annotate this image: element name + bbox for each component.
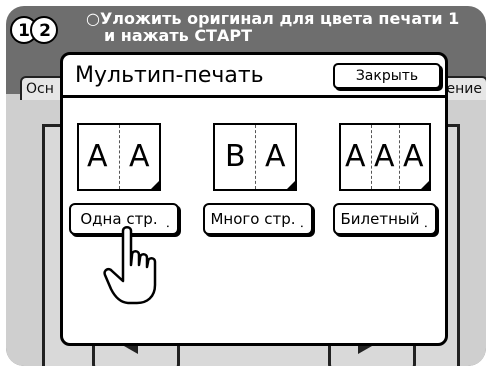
drum-1-2-icon: 1 2 bbox=[10, 16, 58, 44]
ticket-button[interactable]: Билетный ⠄ bbox=[333, 203, 437, 235]
status-line-1: ○Уложить оригинал для цвета печати 1 bbox=[86, 9, 460, 28]
preview-letter: A bbox=[265, 139, 286, 174]
preview-letter: A bbox=[129, 139, 150, 174]
multi-page-label: Много стр. bbox=[210, 210, 296, 228]
page-corner-icon bbox=[285, 179, 297, 191]
ticket-preview: A A A bbox=[339, 123, 431, 191]
preview-divider bbox=[255, 125, 256, 189]
dots-icon: ⠄ bbox=[299, 220, 307, 231]
preview-letter: A bbox=[345, 139, 366, 174]
status-message: ○Уложить оригинал для цвета печати 1 и н… bbox=[86, 10, 459, 44]
dialog-title: Мультип-печать bbox=[75, 63, 264, 88]
preview-letter: A bbox=[87, 139, 108, 174]
single-page-preview: A A bbox=[77, 123, 161, 191]
status-line-2: и нажать СТАРТ bbox=[104, 26, 252, 45]
multi-page-preview: B A bbox=[213, 123, 297, 191]
hand-pointer-icon bbox=[103, 226, 157, 305]
screen-frame: Осн ение 1 2 ○Уложить оригинал для цвета… bbox=[6, 6, 486, 366]
close-button[interactable]: Закрыть bbox=[333, 63, 441, 89]
preview-divider bbox=[399, 125, 400, 189]
ticket-label: Билетный bbox=[340, 210, 420, 228]
preview-letter: A bbox=[403, 139, 424, 174]
multi-up-dialog: Мультип-печать Закрыть A A Одна стр. ⠄ B… bbox=[60, 52, 448, 346]
title-divider bbox=[63, 95, 445, 98]
preview-letter: B bbox=[225, 139, 246, 174]
svg-text:1: 1 bbox=[18, 21, 30, 41]
multi-page-button[interactable]: Много стр. ⠄ bbox=[203, 203, 313, 235]
dots-icon: ⠄ bbox=[423, 220, 431, 231]
page-corner-icon bbox=[419, 179, 431, 191]
preview-divider bbox=[119, 125, 120, 189]
preview-divider bbox=[371, 125, 372, 189]
status-header: 1 2 ○Уложить оригинал для цвета печати 1… bbox=[6, 6, 486, 56]
svg-text:2: 2 bbox=[39, 21, 51, 41]
page-corner-icon bbox=[149, 179, 161, 191]
preview-letter: A bbox=[374, 139, 395, 174]
